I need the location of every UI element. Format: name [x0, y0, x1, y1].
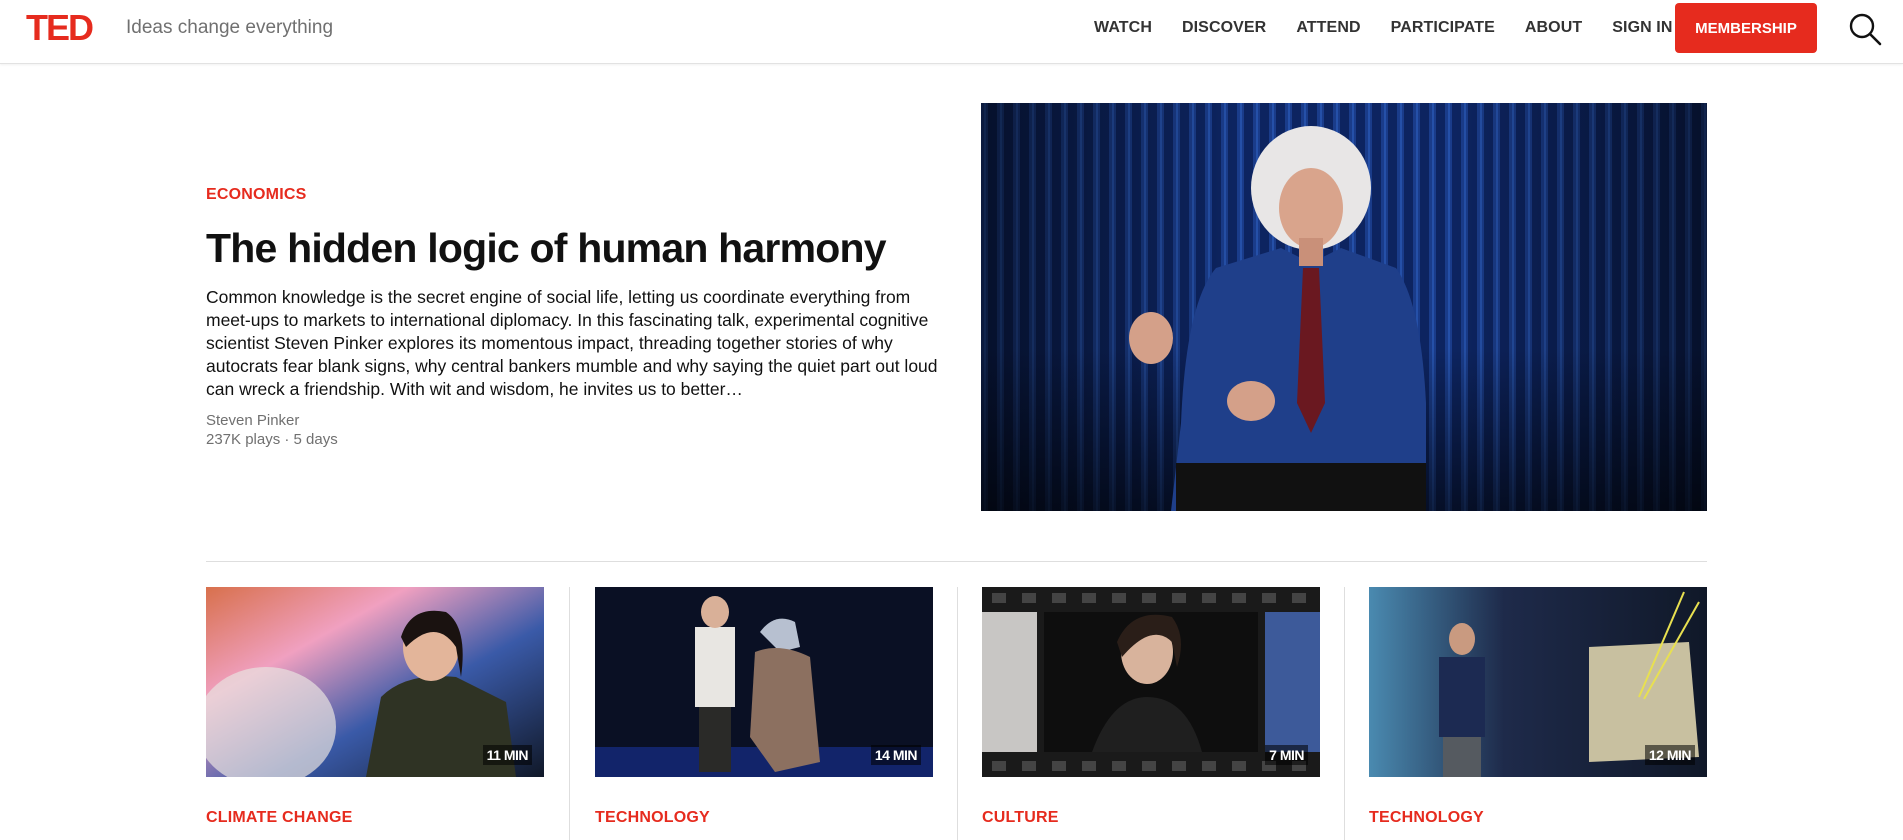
ted-logo[interactable]: TED [26, 10, 94, 46]
nav-discover[interactable]: DISCOVER [1182, 19, 1266, 37]
talk-category[interactable]: CULTURE [982, 809, 1320, 827]
featured-speaker: Steven Pinker [206, 412, 300, 429]
talk-thumbnail[interactable]: 11 MIN [206, 587, 544, 777]
search-icon[interactable] [1848, 12, 1882, 46]
featured-talk: ECONOMICS The hidden logic of human harm… [206, 186, 941, 449]
nav-participate[interactable]: PARTICIPATE [1391, 19, 1495, 37]
duration-badge: 11 MIN [482, 745, 532, 765]
talk-category[interactable]: TECHNOLOGY [595, 809, 933, 827]
talk-card[interactable]: 11 MIN CLIMATE CHANGE [206, 587, 544, 827]
main-nav: WATCH DISCOVER ATTEND PARTICIPATE ABOUT … [1094, 19, 1703, 37]
featured-description: Common knowledge is the secret engine of… [206, 287, 938, 399]
card-separator [569, 587, 570, 840]
nav-watch[interactable]: WATCH [1094, 19, 1152, 37]
membership-button[interactable]: MEMBERSHIP [1675, 3, 1817, 53]
card-separator [957, 587, 958, 840]
talk-card[interactable]: 7 MIN CULTURE [982, 587, 1320, 827]
talk-category[interactable]: TECHNOLOGY [1369, 809, 1707, 827]
featured-title[interactable]: The hidden logic of human harmony [206, 224, 941, 272]
talk-card[interactable]: 12 MIN TECHNOLOGY [1369, 587, 1707, 827]
talk-thumbnail[interactable]: 14 MIN [595, 587, 933, 777]
section-divider [206, 561, 1707, 562]
talk-thumbnail[interactable]: 7 MIN [982, 587, 1320, 777]
duration-badge: 7 MIN [1265, 745, 1308, 765]
duration-badge: 14 MIN [870, 745, 921, 765]
talk-thumbnail[interactable]: 12 MIN [1369, 587, 1707, 777]
nav-about[interactable]: ABOUT [1525, 19, 1582, 37]
talk-card[interactable]: 14 MIN TECHNOLOGY [595, 587, 933, 827]
duration-badge: 12 MIN [1644, 745, 1695, 765]
featured-meta: 237K plays · 5 days [206, 431, 338, 448]
tagline: Ideas change everything [126, 17, 334, 38]
site-header: TED Ideas change everything WATCH DISCOV… [0, 0, 1903, 64]
talk-category[interactable]: CLIMATE CHANGE [206, 809, 544, 827]
featured-thumbnail[interactable] [981, 103, 1707, 511]
speaker-photo [981, 103, 1707, 511]
nav-sign-in[interactable]: SIGN IN [1612, 19, 1672, 37]
card-separator [1344, 587, 1345, 840]
featured-category[interactable]: ECONOMICS [206, 186, 941, 204]
nav-attend[interactable]: ATTEND [1296, 19, 1360, 37]
